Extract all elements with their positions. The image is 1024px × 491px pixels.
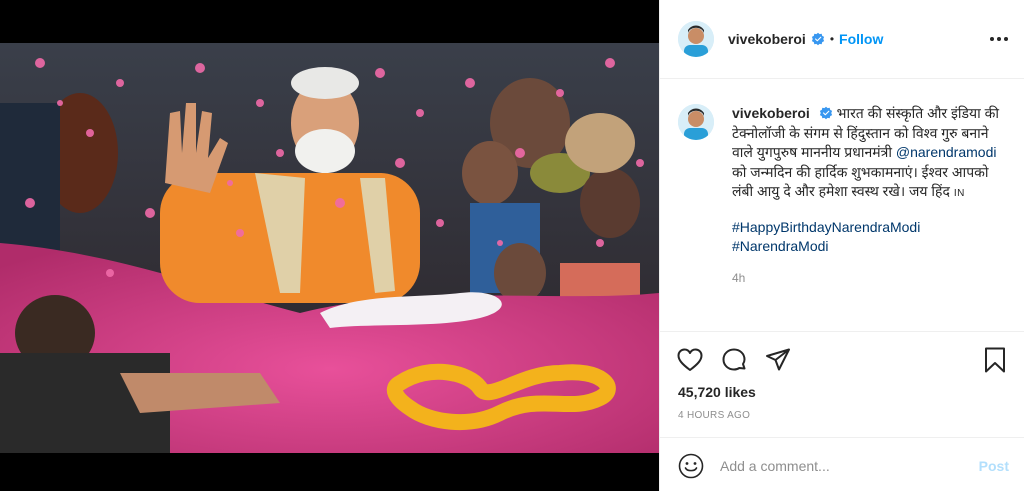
header-username[interactable]: vivekoberoi [728,31,806,47]
caption-body: vivekoberoi भारत की संस्कृति और इंडिया क… [732,104,1002,330]
separator-dot: • [829,32,835,46]
caption-text-part2: को जन्मदिन की हार्दिक शुभकामनाएं। ईश्वर … [732,163,989,200]
likes-count[interactable]: 45,720 likes [678,384,756,400]
heart-icon[interactable] [676,346,704,374]
mention-link[interactable]: @narendramodi [896,144,997,160]
hashtag-link[interactable]: #HappyBirthdayNarendraModi [732,218,1002,238]
caption-text: vivekoberoi भारत की संस्कृति और इंडिया क… [732,104,1002,204]
bookmark-icon[interactable] [981,346,1009,374]
hashtag-list: #HappyBirthdayNarendraModi #NarendraModi [732,218,1002,257]
post-sidebar: vivekoberoi • Follow vivekoberoi भारत की… [659,0,1024,491]
caption-time[interactable]: 4h [732,269,1002,289]
caption-username[interactable]: vivekoberoi [732,105,810,121]
post-actions-section: 45,720 likes 4 HOURS AGO [660,331,1024,437]
emoji-icon[interactable] [678,453,704,479]
posted-time[interactable]: 4 HOURS AGO [678,410,750,421]
caption-verified-badge-icon [819,106,832,120]
more-options-icon[interactable] [989,29,1009,49]
flag-emoji: IN [953,188,965,199]
comment-bar: Post [660,437,1024,491]
caption-avatar[interactable] [678,104,714,140]
caption-section: vivekoberoi भारत की संस्कृति और इंडिया क… [660,80,1024,330]
post-photo[interactable] [0,43,659,453]
share-icon[interactable] [764,346,792,374]
follow-button[interactable]: Follow [839,31,883,47]
comment-input[interactable] [720,452,970,480]
comment-icon[interactable] [720,346,748,374]
hashtag-link[interactable]: #NarendraModi [732,237,1002,257]
verified-badge-icon [811,32,824,46]
avatar[interactable] [678,21,714,57]
post-media [0,0,659,491]
action-bar [676,346,1009,374]
post-header: vivekoberoi • Follow [660,0,1024,79]
post-comment-button[interactable]: Post [979,458,1009,474]
